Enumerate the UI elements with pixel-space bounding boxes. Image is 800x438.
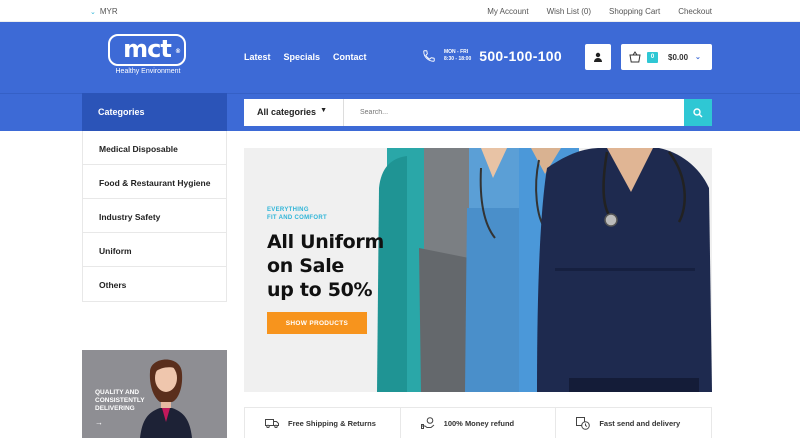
search-button[interactable] [684, 99, 712, 126]
top-utility-bar: ⌄ MYR My Account Wish List (0) Shopping … [0, 0, 800, 22]
site-header: mct ® Healthy Environment Latest Specials… [0, 22, 800, 93]
nav-contact[interactable]: Contact [333, 52, 367, 62]
clock-box-icon [576, 416, 591, 430]
promo-text: QUALITY AND CONSISTENTLY DELIVERING [95, 389, 145, 412]
chevron-down-icon: ⌄ [695, 54, 701, 61]
category-select-value: All categories [257, 107, 317, 117]
site-logo[interactable]: mct ® Healthy Environment [108, 34, 188, 79]
category-list: Medical Disposable Food & Restaurant Hyg… [82, 131, 227, 302]
nav-latest[interactable]: Latest [244, 52, 271, 62]
feature-free-shipping: Free Shipping & Returns [245, 408, 401, 438]
logo-mark: mct ® [108, 34, 186, 66]
user-icon [594, 52, 602, 62]
hero-medical-staff-image [377, 148, 712, 392]
side-promo-banner[interactable]: QUALITY AND CONSISTENTLY DELIVERING → [82, 350, 227, 438]
account-button[interactable] [585, 44, 611, 70]
currency-selector[interactable]: ⌄ MYR [90, 7, 118, 16]
categories-heading[interactable]: Categories [82, 93, 227, 131]
category-item-food-restaurant-hygiene[interactable]: Food & Restaurant Hygiene [83, 165, 226, 199]
hero-eyebrow: EVERYTHING FIT AND COMFORT [267, 207, 327, 221]
category-item-others[interactable]: Others [83, 267, 226, 301]
phone-contact: MON - FRI 8:30 - 18:00 500-100-100 [422, 48, 562, 64]
cart-count-badge: 0 [647, 51, 658, 63]
category-item-medical-disposable[interactable]: Medical Disposable [83, 131, 226, 165]
logo-tagline: Healthy Environment [115, 68, 181, 75]
basket-icon [629, 51, 641, 63]
currency-label: MYR [99, 7, 118, 16]
nav-specials[interactable]: Specials [284, 52, 321, 62]
cart-total: $0.00 [668, 52, 689, 62]
truck-icon [265, 419, 279, 428]
chevron-down-icon: ⌄ [90, 8, 96, 16]
search-icon [693, 107, 703, 117]
main-nav: Latest Specials Contact [244, 52, 367, 62]
account-links: My Account Wish List (0) Shopping Cart C… [487, 7, 712, 16]
money-hand-icon [420, 417, 434, 429]
category-item-uniform[interactable]: Uniform [83, 233, 226, 267]
hero-banner[interactable]: EVERYTHING FIT AND COMFORT All Uniform o… [244, 148, 712, 392]
business-hours: MON - FRI 8:30 - 18:00 [444, 49, 472, 62]
my-account-link[interactable]: My Account [487, 7, 528, 16]
feature-fast-delivery: Fast send and delivery [556, 408, 711, 438]
shopping-cart-link[interactable]: Shopping Cart [609, 7, 660, 16]
features-strip: Free Shipping & Returns 100% Money refun… [244, 407, 712, 438]
search-input[interactable] [344, 99, 684, 126]
category-item-industry-safety[interactable]: Industry Safety [83, 199, 226, 233]
chevron-down-icon: ▼ [320, 107, 327, 114]
wish-list-link[interactable]: Wish List (0) [547, 7, 591, 16]
hero-headline: All Uniform on Sale up to 50% [267, 231, 384, 301]
arrow-right-icon: → [95, 418, 103, 427]
category-select[interactable]: All categories ▼ [244, 99, 344, 126]
phone-number[interactable]: 500-100-100 [479, 48, 562, 64]
show-products-button[interactable]: SHOW PRODUCTS [267, 312, 367, 334]
cart-button[interactable]: 0 $0.00 ⌄ [621, 44, 712, 70]
phone-icon [423, 50, 435, 62]
checkout-link[interactable]: Checkout [678, 7, 712, 16]
feature-money-refund: 100% Money refund [401, 408, 557, 438]
